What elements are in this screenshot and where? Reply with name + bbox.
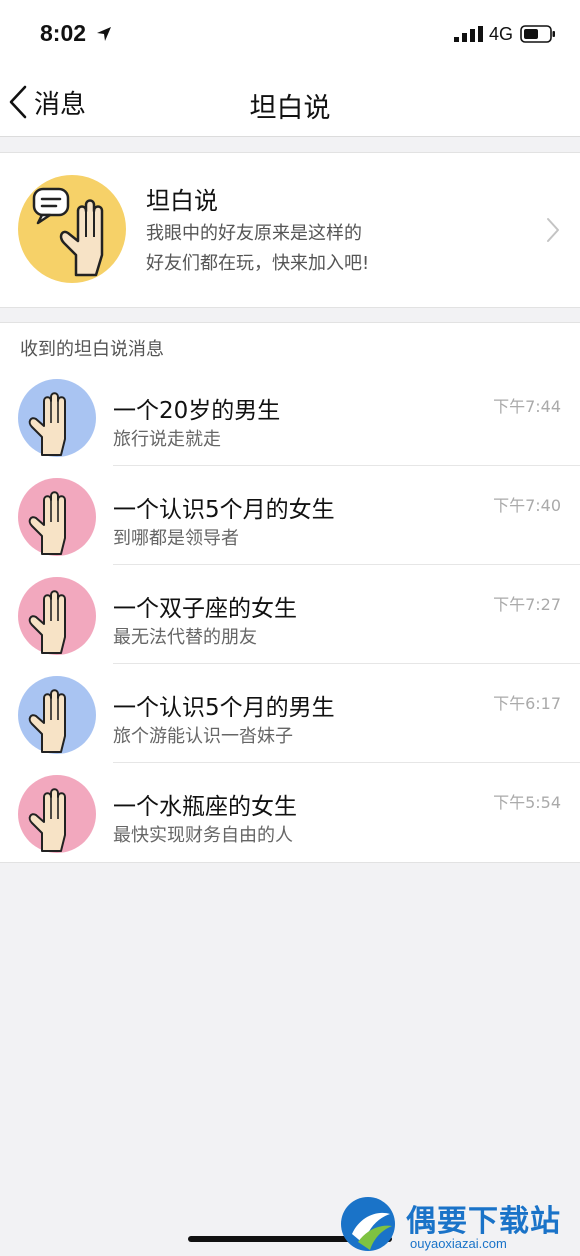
- hand-avatar-icon: [18, 577, 96, 655]
- section-title: 收到的坦白说消息: [20, 339, 164, 360]
- message-row[interactable]: 一个20岁的男生 旅行说走就走 下午7:44: [0, 367, 580, 466]
- message-list: 一个20岁的男生 旅行说走就走 下午7:44 一个认识5个月的女生 到哪都是领导…: [0, 367, 580, 863]
- message-sender: 一个20岁的男生: [113, 398, 281, 424]
- confession-banner[interactable]: 坦白说 我眼中的好友原来是这样的 好友们都在玩，快来加入吧!: [0, 152, 580, 308]
- message-sender: 一个认识5个月的女生: [113, 497, 335, 523]
- message-time: 下午6:17: [493, 694, 561, 713]
- message-preview: 最无法代替的朋友: [113, 627, 257, 648]
- message-time: 下午5:54: [493, 793, 561, 812]
- message-preview: 旅行说走就走: [113, 429, 221, 450]
- message-preview: 最快实现财务自由的人: [113, 825, 293, 846]
- banner-description-line2: 好友们都在玩，快来加入吧!: [146, 253, 370, 274]
- message-row[interactable]: 一个认识5个月的男生 旅个游能认识一沓妹子 下午6:17: [0, 664, 580, 763]
- page-title: 坦白说: [249, 93, 331, 124]
- message-row[interactable]: 一个水瓶座的女生 最快实现财务自由的人 下午5:54: [0, 763, 580, 862]
- message-time: 下午7:44: [493, 397, 561, 416]
- navigation-bar: 消息 坦白说: [0, 70, 580, 137]
- message-time: 下午7:40: [493, 496, 561, 515]
- watermark-title: 偶要下载站: [406, 1204, 561, 1239]
- message-sender: 一个双子座的女生: [113, 596, 297, 622]
- watermark-url: ouyaoxiazai.com: [410, 1236, 507, 1251]
- hand-avatar-icon: [18, 379, 96, 457]
- watermark: 偶要下载站 ouyaoxiazai.com: [338, 1192, 578, 1256]
- message-preview: 旅个游能认识一沓妹子: [113, 726, 293, 747]
- message-sender: 一个认识5个月的男生: [113, 695, 335, 721]
- hand-avatar-icon: [18, 676, 96, 754]
- watermark-logo-icon: [341, 1197, 395, 1251]
- signal-icon: [454, 26, 483, 42]
- hand-chat-icon: [18, 175, 126, 283]
- status-time: 8:02: [40, 20, 87, 46]
- message-row[interactable]: 一个认识5个月的女生 到哪都是领导者 下午7:40: [0, 466, 580, 565]
- chevron-right-icon: [547, 218, 559, 242]
- banner-title: 坦白说: [146, 187, 218, 215]
- message-sender: 一个水瓶座的女生: [113, 794, 297, 820]
- status-bar: 8:02 4G: [0, 0, 580, 70]
- message-time: 下午7:27: [493, 595, 561, 614]
- message-row[interactable]: 一个双子座的女生 最无法代替的朋友 下午7:27: [0, 565, 580, 664]
- hand-avatar-icon: [18, 775, 96, 853]
- network-type: 4G: [489, 24, 514, 44]
- message-preview: 到哪都是领导者: [113, 528, 239, 549]
- hand-avatar-icon: [18, 478, 96, 556]
- location-arrow-icon: [97, 27, 111, 41]
- section-header: 收到的坦白说消息: [0, 322, 580, 367]
- banner-description-line1: 我眼中的好友原来是这样的: [146, 223, 362, 244]
- battery-icon: [520, 25, 555, 43]
